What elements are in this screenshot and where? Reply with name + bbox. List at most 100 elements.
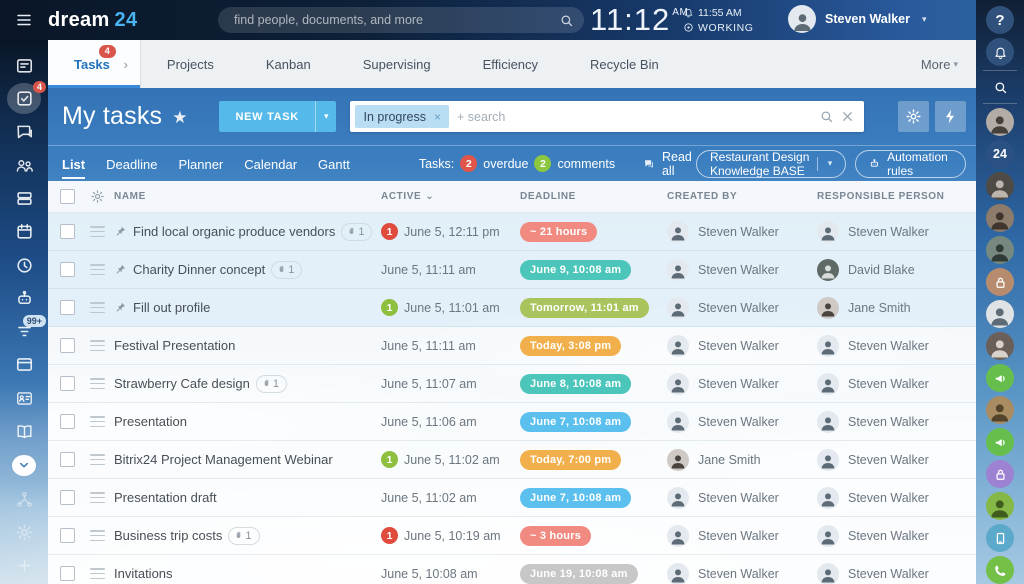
new-task-dropdown[interactable]: ▾ [315,101,337,132]
creator-name[interactable]: Steven Walker [698,377,779,391]
creator-name[interactable]: Steven Walker [698,263,779,277]
responsible-name[interactable]: Steven Walker [848,453,929,467]
sidebar-item-structure[interactable] [7,484,41,514]
comments-label[interactable]: comments [557,157,615,171]
overdue-label[interactable]: overdue [483,157,528,171]
column-active[interactable]: ACTIVE⌄ [381,191,520,202]
sidebar-item-crm-bot[interactable] [7,283,41,313]
deadline-badge[interactable]: June 8, 10:08 am [520,374,631,394]
filter-clear-icon[interactable] [840,109,855,124]
responsible-name[interactable]: Steven Walker [848,377,929,391]
tab-supervising[interactable]: Supervising [337,40,457,88]
responsible-name[interactable]: Steven Walker [848,491,929,505]
creator-name[interactable]: Steven Walker [698,339,779,353]
user-menu[interactable]: Steven Walker ▾ [788,5,927,33]
deadline-badge[interactable]: Tomorrow, 11:01 am [520,298,649,318]
table-row[interactable]: Festival PresentationJune 5, 11:11 amTod… [48,327,976,365]
favorite-star-icon[interactable]: ★ [172,108,187,128]
filter-search-icon[interactable] [819,109,834,124]
knowledge-base-button[interactable]: Restaurant Design Knowledge BASE ▾ [696,150,846,178]
deadline-badge[interactable]: ~ 21 hours [520,222,597,242]
creator-name[interactable]: Steven Walker [698,225,779,239]
automation-rules-button[interactable]: Automation rules [855,150,966,178]
menu-button[interactable] [0,11,48,29]
drag-handle-icon[interactable] [90,416,105,427]
sidebar-item-time[interactable] [7,250,41,280]
sidebar-item-contact-center[interactable] [7,383,41,413]
deadline-badge[interactable]: June 7, 10:08 am [520,412,631,432]
rail-avatar[interactable] [986,236,1014,264]
deadline-badge[interactable]: Today, 3:08 pm [520,336,621,356]
rail-lock-button[interactable] [986,268,1014,296]
rail-avatar[interactable] [986,492,1014,520]
table-row[interactable]: InvitationsJune 5, 10:08 amJune 19, 10:0… [48,555,976,584]
sidebar-item-tasks[interactable]: 4 [7,83,41,113]
column-name[interactable]: NAME [114,191,381,202]
row-checkbox[interactable] [60,376,75,391]
tab-more[interactable]: More ▾ [903,40,976,88]
grid-settings-button[interactable] [898,101,929,132]
sidebar-item-settings[interactable] [7,517,41,547]
comments-count-badge[interactable]: 2 [534,155,551,172]
view-calendar[interactable]: Calendar [244,148,297,179]
global-search[interactable] [218,7,584,33]
table-row[interactable]: PresentationJune 5, 11:06 amJune 7, 10:0… [48,403,976,441]
table-row[interactable]: Presentation draftJune 5, 11:02 amJune 7… [48,479,976,517]
rail-avatar[interactable] [986,204,1014,232]
filter-chip-remove-icon[interactable]: × [434,110,441,124]
drag-handle-icon[interactable] [90,226,105,237]
row-checkbox[interactable] [60,338,75,353]
table-row[interactable]: Find local organic produce vendors11June… [48,213,976,251]
filter-chip[interactable]: In progress × [355,105,449,128]
sidebar-item-add[interactable] [7,551,41,581]
task-name[interactable]: Presentation draft [114,490,217,505]
sidebar-item-messenger[interactable] [7,117,41,147]
sidebar-item-feed[interactable] [7,50,41,80]
task-name[interactable]: Fill out profile [133,300,210,315]
drag-handle-icon[interactable] [90,492,105,503]
tab-tasks[interactable]: Tasks4› [48,40,141,88]
responsible-name[interactable]: Steven Walker [848,529,929,543]
responsible-name[interactable]: Jane Smith [848,301,911,315]
task-filter-bar[interactable]: In progress × [350,101,864,132]
responsible-name[interactable]: Steven Walker [848,415,929,429]
new-task-button[interactable]: NEW TASK ▾ [219,101,336,132]
filter-search-input[interactable] [449,110,813,124]
view-list[interactable]: List [62,148,85,179]
row-checkbox[interactable] [60,528,75,543]
read-all-button[interactable]: Read all [643,150,696,178]
drag-handle-icon[interactable] [90,454,105,465]
task-name[interactable]: Strawberry Cafe design [114,376,250,391]
deadline-badge[interactable]: June 19, 10:08 am [520,564,638,584]
tab-recycle-bin[interactable]: Recycle Bin [564,40,685,88]
tab-efficiency[interactable]: Efficiency [457,40,564,88]
rail-help-button[interactable]: ? [986,6,1014,34]
table-row[interactable]: Bitrix24 Project Management Webinar1June… [48,441,976,479]
row-checkbox[interactable] [60,452,75,467]
drag-handle-icon[interactable] [90,568,105,579]
row-checkbox[interactable] [60,490,75,505]
creator-name[interactable]: Steven Walker [698,567,779,581]
drag-handle-icon[interactable] [90,264,105,275]
table-row[interactable]: Charity Dinner concept1June 5, 11:11 amJ… [48,251,976,289]
rail-megaphone-button[interactable] [986,364,1014,392]
column-created-by[interactable]: CREATED BY [667,191,817,202]
quick-actions-button[interactable] [935,101,966,132]
responsible-name[interactable]: Steven Walker [848,339,929,353]
table-row[interactable]: Fill out profile1June 5, 11:01 amTomorro… [48,289,976,327]
rail-avatar[interactable] [986,172,1014,200]
responsible-name[interactable]: David Blake [848,263,915,277]
rail-counter-badge[interactable]: 24 [986,140,1014,168]
rail-phone-button[interactable] [986,556,1014,584]
sidebar-item-sites[interactable] [7,350,41,380]
column-deadline[interactable]: DEADLINE [520,191,667,202]
row-checkbox[interactable] [60,566,75,581]
table-row[interactable]: Strawberry Cafe design1June 5, 11:07 amJ… [48,365,976,403]
global-search-input[interactable] [232,12,559,28]
sidebar-item-sales-funnel[interactable]: 99+ [7,317,41,347]
sidebar-item-drive[interactable] [7,183,41,213]
select-all-checkbox[interactable] [60,189,75,204]
rail-megaphone-button[interactable] [986,428,1014,456]
rail-bell-button[interactable] [986,38,1014,66]
drag-handle-icon[interactable] [90,302,105,313]
